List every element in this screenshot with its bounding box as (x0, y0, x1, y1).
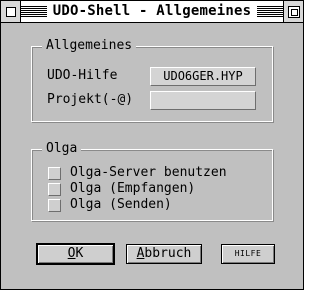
olga-heading: Olga (42, 142, 82, 156)
abbruch-button[interactable]: Abbruch (126, 244, 202, 264)
ok-button-label-rest: K (75, 246, 84, 261)
ok-button[interactable]: OK (36, 243, 115, 265)
window-title: UDO-Shell - Allgemeines (21, 1, 283, 22)
projekt-label: Projekt(-@) (47, 92, 134, 107)
olga-senden-checkbox-row[interactable]: Olga (Senden) (48, 197, 268, 213)
olga-empfangen-checkbox-row[interactable]: Olga (Empfangen) (48, 181, 268, 197)
full-box-icon[interactable] (283, 1, 303, 22)
allgemeines-heading: Allgemeines (42, 39, 137, 53)
abbruch-button-label-rest: bbruch (144, 246, 192, 261)
ok-button-hotkey: O (67, 246, 76, 261)
dialog-window: UDO-Shell - Allgemeines Allgemeines UDO-… (0, 0, 304, 290)
olga-empfangen-label: Olga (Empfangen) (70, 181, 196, 196)
projekt-file-button[interactable] (150, 91, 256, 110)
olga-empfangen-checkbox[interactable] (48, 183, 61, 196)
olga-server-label: Olga-Server benutzen (70, 165, 227, 180)
olga-senden-checkbox[interactable] (48, 199, 61, 212)
window-title-text: UDO-Shell - Allgemeines (46, 3, 258, 19)
olga-senden-label: Olga (Senden) (70, 197, 172, 212)
title-bar[interactable]: UDO-Shell - Allgemeines (1, 1, 303, 23)
close-box-icon[interactable] (1, 1, 21, 22)
olga-server-checkbox[interactable] (48, 167, 61, 180)
udo-hilfe-file-button[interactable]: UDO6GER.HYP (150, 67, 256, 86)
olga-server-checkbox-row[interactable]: Olga-Server benutzen (48, 165, 268, 181)
hilfe-button[interactable]: HILFE (221, 244, 275, 264)
udo-hilfe-label: UDO-Hilfe (47, 68, 118, 83)
